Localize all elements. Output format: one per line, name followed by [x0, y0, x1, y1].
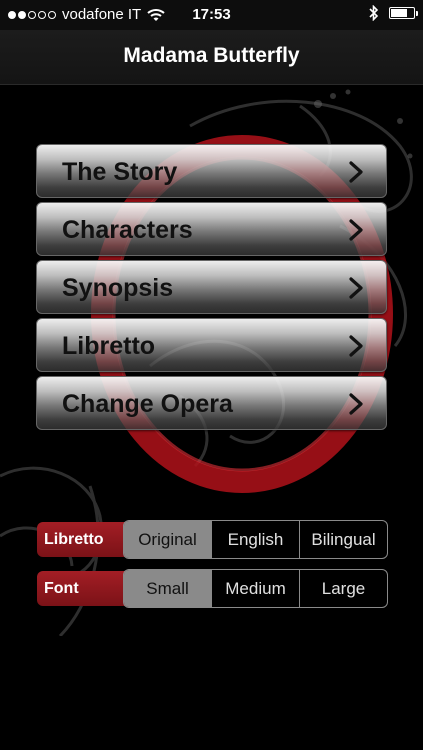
- libretto-option-english[interactable]: English: [211, 521, 299, 558]
- chevron-right-icon: [349, 161, 363, 183]
- font-option-small[interactable]: Small: [124, 570, 211, 607]
- libretto-option-bilingual[interactable]: Bilingual: [299, 521, 387, 558]
- menu-item-label: The Story: [62, 158, 178, 186]
- font-setting: Font Small Medium Large: [37, 569, 388, 608]
- menu-item-label: Change Opera: [62, 390, 233, 418]
- chevron-right-icon: [349, 335, 363, 357]
- menu-item-label: Synopsis: [62, 274, 174, 302]
- battery-icon: [389, 7, 418, 19]
- status-time: 17:53: [192, 6, 231, 23]
- font-option-large[interactable]: Large: [299, 570, 387, 607]
- menu-item-characters[interactable]: Characters: [36, 202, 387, 256]
- menu-item-label: Libretto: [62, 332, 156, 360]
- libretto-segmented-control: Original English Bilingual: [123, 520, 388, 559]
- status-bar: vodafone IT 17:53: [0, 0, 423, 30]
- font-option-medium[interactable]: Medium: [211, 570, 299, 607]
- libretto-option-original[interactable]: Original: [124, 521, 211, 558]
- battery-fill: [391, 9, 407, 17]
- nav-bar: Madama Butterfly: [0, 30, 423, 85]
- libretto-setting: Libretto Original English Bilingual: [37, 520, 388, 559]
- menu-item-change-opera[interactable]: Change Opera: [36, 376, 387, 430]
- font-segmented-control: Small Medium Large: [123, 569, 388, 608]
- menu-item-synopsis[interactable]: Synopsis: [36, 260, 387, 314]
- main-menu: The Story Characters Synopsis Libretto C…: [36, 144, 387, 434]
- libretto-setting-label: Libretto: [37, 522, 137, 557]
- bluetooth-icon: [369, 5, 379, 21]
- status-right: [369, 5, 418, 21]
- font-setting-label: Font: [37, 571, 137, 606]
- menu-item-the-story[interactable]: The Story: [36, 144, 387, 198]
- chevron-right-icon: [349, 393, 363, 415]
- chevron-right-icon: [349, 219, 363, 241]
- chevron-right-icon: [349, 277, 363, 299]
- menu-item-libretto[interactable]: Libretto: [36, 318, 387, 372]
- page-title: Madama Butterfly: [123, 44, 300, 67]
- menu-item-label: Characters: [62, 216, 193, 244]
